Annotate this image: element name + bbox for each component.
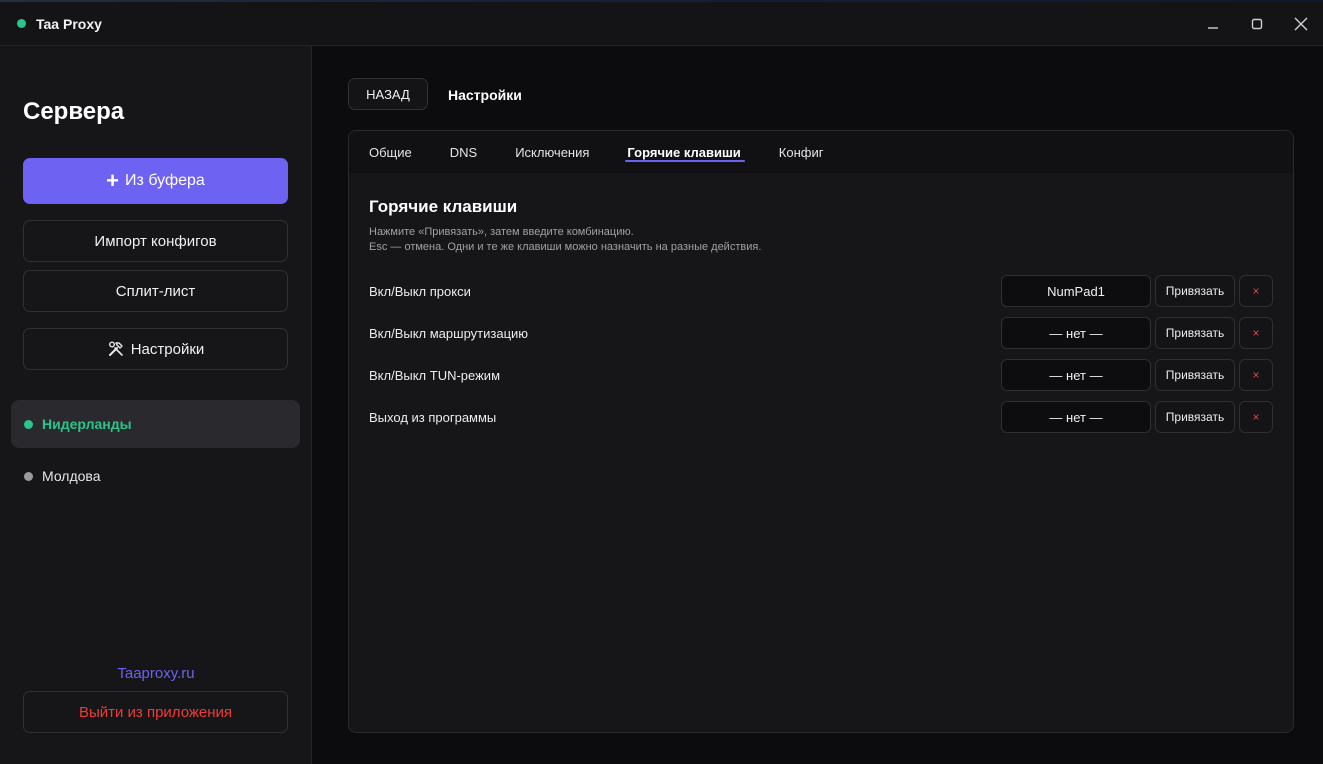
- hotkey-label: Выход из программы: [369, 409, 497, 425]
- import-configs-button[interactable]: Импорт конфигов: [23, 220, 288, 262]
- tab-general[interactable]: Общие: [369, 131, 412, 173]
- maximize-button[interactable]: [1235, 2, 1279, 46]
- settings-label: Настройки: [130, 340, 205, 358]
- hotkey-field[interactable]: — нет —: [1001, 401, 1151, 433]
- tab-hotkeys[interactable]: Горячие клавиши: [625, 131, 746, 173]
- hotkey-field[interactable]: NumPad1: [1001, 275, 1151, 307]
- tab-dns[interactable]: DNS: [450, 131, 477, 173]
- clear-hotkey-button[interactable]: ×: [1239, 359, 1273, 391]
- bind-button[interactable]: Привязать: [1155, 317, 1235, 349]
- app-title: Taa Proxy: [36, 15, 102, 32]
- description-line: Esc — отмена. Одни и те же клавиши можно…: [369, 241, 762, 253]
- settings-button[interactable]: Настройки: [23, 328, 288, 370]
- from-clipboard-button[interactable]: + Из буфера: [23, 158, 288, 204]
- hotkey-row-tun: Вкл/Выкл TUN-режим — нет — Привязать ×: [369, 359, 1273, 391]
- server-name: Молдова: [42, 468, 101, 484]
- plus-icon: +: [106, 168, 120, 193]
- hotkey-field[interactable]: — нет —: [1001, 317, 1151, 349]
- main-content: НАЗАД Настройки Общие DNS Исключения Гор…: [313, 46, 1323, 764]
- bind-button[interactable]: Привязать: [1155, 359, 1235, 391]
- tab-label: Общие: [369, 144, 412, 160]
- title-bar: Taa Proxy: [0, 2, 1323, 46]
- tab-exclusions[interactable]: Исключения: [515, 131, 589, 173]
- hotkey-label: Вкл/Выкл маршрутизацию: [369, 325, 529, 341]
- clear-hotkey-button[interactable]: ×: [1239, 401, 1273, 433]
- website-link[interactable]: Taaproxy.ru: [0, 665, 312, 682]
- server-item-moldova[interactable]: Молдова: [11, 452, 300, 500]
- minimize-icon: [1207, 18, 1219, 30]
- hotkey-row-exit: Выход из программы — нет — Привязать ×: [369, 401, 1273, 433]
- tab-label: Конфиг: [778, 144, 824, 160]
- split-list-label: Сплит-лист: [115, 282, 196, 300]
- tab-config[interactable]: Конфиг: [779, 131, 824, 173]
- back-label: НАЗАД: [366, 86, 410, 102]
- description-line: Нажмите «Привязать», затем введите комби…: [369, 226, 634, 238]
- maximize-icon: [1251, 18, 1263, 30]
- server-item-netherlands[interactable]: Нидерланды: [11, 400, 300, 448]
- logout-button[interactable]: Выйти из приложения: [23, 691, 288, 733]
- section-description: Нажмите «Привязать», затем введите комби…: [369, 225, 761, 255]
- server-status-dot-icon: [24, 471, 33, 481]
- section-title: Горячие клавиши: [369, 197, 518, 216]
- settings-tabs: Общие DNS Исключения Горячие клавиши Кон…: [349, 131, 1293, 173]
- from-clipboard-label: Из буфера: [125, 172, 205, 189]
- sidebar-heading: Сервера: [23, 98, 125, 125]
- page-title: Настройки: [448, 87, 522, 103]
- hotkey-row-routing: Вкл/Выкл маршрутизацию — нет — Привязать…: [369, 317, 1273, 349]
- logout-label: Выйти из приложения: [78, 703, 233, 721]
- server-name: Нидерланды: [42, 416, 132, 432]
- hotkey-field[interactable]: — нет —: [1001, 359, 1151, 391]
- bind-button[interactable]: Привязать: [1155, 401, 1235, 433]
- clear-hotkey-button[interactable]: ×: [1239, 275, 1273, 307]
- tab-label: Горячие клавиши: [627, 144, 741, 160]
- minimize-button[interactable]: [1191, 2, 1235, 46]
- tools-icon: [107, 340, 125, 358]
- tab-label: DNS: [449, 144, 478, 160]
- window-controls: [1191, 2, 1323, 46]
- bind-button[interactable]: Привязать: [1155, 275, 1235, 307]
- settings-panel: Общие DNS Исключения Горячие клавиши Кон…: [348, 130, 1294, 733]
- clear-hotkey-button[interactable]: ×: [1239, 317, 1273, 349]
- close-button[interactable]: [1279, 2, 1323, 46]
- sidebar: Сервера + Из буфера Импорт конфигов Спли…: [0, 46, 312, 764]
- split-list-button[interactable]: Сплит-лист: [23, 270, 288, 312]
- tab-label: Исключения: [515, 144, 590, 160]
- hotkey-label: Вкл/Выкл TUN-режим: [369, 367, 501, 383]
- server-status-dot-icon: [24, 419, 33, 429]
- hotkey-label: Вкл/Выкл прокси: [369, 283, 471, 299]
- import-configs-label: Импорт конфигов: [94, 232, 217, 250]
- back-button[interactable]: НАЗАД: [348, 78, 428, 110]
- status-dot-icon: [17, 19, 26, 28]
- hotkey-row-proxy: Вкл/Выкл прокси NumPad1 Привязать ×: [369, 275, 1273, 307]
- close-icon: [1294, 17, 1308, 31]
